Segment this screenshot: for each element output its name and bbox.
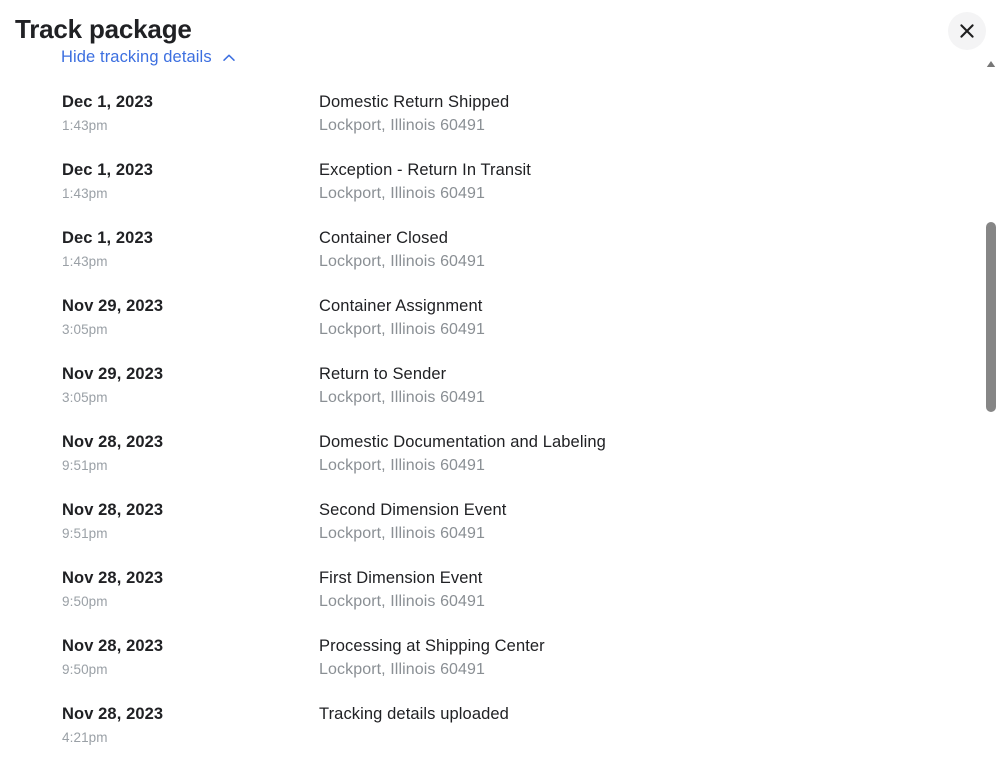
tracking-row-date-column: Dec 1, 2023 1:43pm <box>62 89 312 135</box>
tracking-row-date: Nov 28, 2023 <box>62 433 164 451</box>
tracking-row-event: Second Dimension Event <box>319 501 507 519</box>
tracking-row-date: Nov 29, 2023 <box>62 365 164 383</box>
tracking-row-date-column: Nov 29, 2023 3:05pm <box>62 293 312 339</box>
page-title: Track package <box>15 14 192 44</box>
caret-up-icon <box>986 60 996 68</box>
tracking-row-time: 9:50pm <box>62 662 108 677</box>
tracking-row-location: Lockport, Illinois 60491 <box>319 389 486 406</box>
tracking-row-event: Processing at Shipping Center <box>319 637 545 655</box>
tracking-row-location: Lockport, Illinois 60491 <box>319 525 486 542</box>
tracking-row-event: Domestic Return Shipped <box>319 93 510 111</box>
tracking-row-date-column: Nov 28, 2023 9:50pm <box>62 633 312 679</box>
tracking-row-date: Dec 1, 2023 <box>62 161 154 179</box>
tracking-row-date-column: Nov 28, 2023 4:21pm <box>62 701 312 747</box>
chevron-up-icon <box>221 50 237 66</box>
scrollbar-thumb[interactable] <box>986 222 996 412</box>
tracking-row-location: Lockport, Illinois 60491 <box>319 253 486 270</box>
tracking-row-event: Container Closed <box>319 229 449 247</box>
tracking-row: Dec 1, 2023 1:43pm Exception - Return In T… <box>0 157 980 225</box>
tracking-row-event: Exception - Return In Transit <box>319 161 531 179</box>
panel-header: Track package Hide tracking details <box>0 0 999 78</box>
tracking-row-date: Dec 1, 2023 <box>62 93 154 111</box>
tracking-row-date-column: Nov 29, 2023 3:05pm <box>62 361 312 407</box>
tracking-row: Nov 28, 2023 9:51pm Second Dimension Event… <box>0 497 980 565</box>
tracking-row: Nov 29, 2023 3:05pm Return to Sender Lockpo… <box>0 361 980 429</box>
close-button[interactable] <box>948 12 986 50</box>
tracking-row-event: Return to Sender <box>319 365 447 383</box>
tracking-row-time: 9:51pm <box>62 526 108 541</box>
tracking-row: Nov 28, 2023 9:50pm Processing at Shipping… <box>0 633 980 701</box>
tracking-row-date: Dec 1, 2023 <box>62 229 154 247</box>
tracking-row-time: 4:21pm <box>62 730 108 745</box>
tracking-row-event-column: Return to Sender Lockport, Illinois 60491 <box>319 361 939 408</box>
tracking-row-event-column: Domestic Documentation and Labeling Lockp… <box>319 429 939 476</box>
tracking-row-event-column: Container Assignment Lockport, Illinois 6… <box>319 293 939 340</box>
tracking-row-time: 9:50pm <box>62 594 108 609</box>
tracking-row-location: Lockport, Illinois 60491 <box>319 321 486 338</box>
tracking-row-time: 3:05pm <box>62 322 108 337</box>
tracking-row-location: Lockport, Illinois 60491 <box>319 593 486 610</box>
tracking-row-date: Nov 28, 2023 <box>62 501 164 519</box>
tracking-row-date: Nov 28, 2023 <box>62 569 164 587</box>
tracking-history-list: Dec 1, 2023 1:43pm Domestic Return Shipped… <box>0 89 980 757</box>
scroll-up-button[interactable] <box>983 56 999 72</box>
tracking-row-event-column: Container Closed Lockport, Illinois 60491 <box>319 225 939 272</box>
tracking-row-time: 1:43pm <box>62 186 108 201</box>
hide-tracking-details-label: Hide tracking details <box>61 48 212 66</box>
tracking-row-event-column: Processing at Shipping Center Lockport, I… <box>319 633 939 680</box>
tracking-row-date-column: Dec 1, 2023 1:43pm <box>62 225 312 271</box>
tracking-row: Dec 1, 2023 1:43pm Domestic Return Shipped… <box>0 89 980 157</box>
tracking-row-date-column: Nov 28, 2023 9:50pm <box>62 565 312 611</box>
tracking-row-location: Lockport, Illinois 60491 <box>319 117 486 134</box>
tracking-row-date-column: Nov 28, 2023 9:51pm <box>62 497 312 543</box>
tracking-row-event-column: Second Dimension Event Lockport, Illinois… <box>319 497 939 544</box>
tracking-row-date: Nov 28, 2023 <box>62 637 164 655</box>
tracking-row-location: Lockport, Illinois 60491 <box>319 661 486 678</box>
tracking-row-time: 9:51pm <box>62 458 108 473</box>
hide-tracking-details-toggle[interactable]: Hide tracking details <box>61 45 237 69</box>
track-package-panel: Track package Hide tracking details Dec … <box>0 0 999 757</box>
tracking-row-location: Lockport, Illinois 60491 <box>319 457 486 474</box>
tracking-row-time: 3:05pm <box>62 390 108 405</box>
tracking-row-date: Nov 28, 2023 <box>62 705 164 723</box>
vertical-scrollbar[interactable] <box>983 56 999 757</box>
tracking-row-event: Domestic Documentation and Labeling <box>319 433 606 451</box>
tracking-row-event-column: Exception - Return In Transit Lockport, I… <box>319 157 939 204</box>
tracking-row-location: Lockport, Illinois 60491 <box>319 185 486 202</box>
tracking-row-time: 1:43pm <box>62 254 108 269</box>
tracking-row-event: First Dimension Event <box>319 569 483 587</box>
tracking-row-event-column: Domestic Return Shipped Lockport, Illinoi… <box>319 89 939 136</box>
tracking-row: Dec 1, 2023 1:43pm Container Closed Lockpor… <box>0 225 980 293</box>
scrollbar-track[interactable] <box>983 72 999 757</box>
tracking-row-event: Tracking details uploaded <box>319 705 509 723</box>
tracking-row-event: Container Assignment <box>319 297 483 315</box>
tracking-row-time: 1:43pm <box>62 118 108 133</box>
tracking-row: Nov 29, 2023 3:05pm Container Assignment Lo… <box>0 293 980 361</box>
tracking-row: Nov 28, 2023 9:50pm First Dimension Event L… <box>0 565 980 633</box>
tracking-row-event-column: Tracking details uploaded <box>319 701 939 725</box>
tracking-row: Nov 28, 2023 9:51pm Domestic Documentation… <box>0 429 980 497</box>
tracking-row-date-column: Dec 1, 2023 1:43pm <box>62 157 312 203</box>
close-icon <box>958 22 976 40</box>
tracking-row-date: Nov 29, 2023 <box>62 297 164 315</box>
tracking-row-event-column: First Dimension Event Lockport, Illinois … <box>319 565 939 612</box>
tracking-row-date-column: Nov 28, 2023 9:51pm <box>62 429 312 475</box>
tracking-row: Nov 28, 2023 4:21pm Tracking details uploa… <box>0 701 980 757</box>
